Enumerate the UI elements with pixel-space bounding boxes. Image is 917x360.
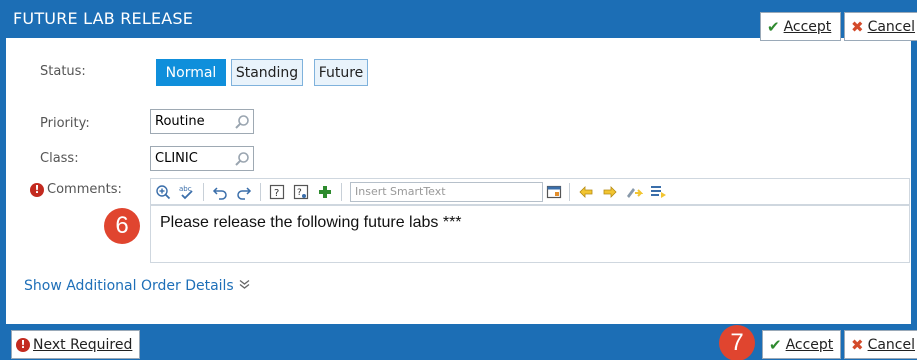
priority-value: Routine xyxy=(155,114,205,129)
status-standing-button[interactable]: Standing xyxy=(231,59,303,86)
search-icon[interactable] xyxy=(231,111,253,133)
help-icon[interactable]: ? xyxy=(265,181,289,203)
arrow-left-icon[interactable] xyxy=(574,181,598,203)
show-additional-details-label: Show Additional Order Details xyxy=(24,278,234,294)
x-icon: ✖ xyxy=(851,335,864,354)
smarttext-input[interactable]: Insert SmartText xyxy=(350,181,543,202)
search-icon[interactable] xyxy=(231,148,253,170)
status-label: Status: xyxy=(40,64,86,79)
x-icon: ✖ xyxy=(851,17,864,36)
comment-toolbar: abc ? ? Insert SmartText xyxy=(150,178,910,205)
arrow-right-icon[interactable] xyxy=(598,181,622,203)
step-badge: 7 xyxy=(719,325,755,360)
svg-text:?: ? xyxy=(274,188,279,199)
cancel-button-top[interactable]: ✖ Cancel xyxy=(844,12,917,41)
checkmark-icon: ✔ xyxy=(769,335,782,354)
cancel-label: Cancel xyxy=(867,18,916,35)
accept-button-top[interactable]: ✔ Accept xyxy=(760,12,841,41)
cancel-button-bottom[interactable]: ✖ Cancel xyxy=(844,330,917,359)
undo-icon[interactable] xyxy=(208,181,232,203)
priority-label: Priority: xyxy=(40,116,90,131)
help-field-icon[interactable]: ? xyxy=(289,181,313,203)
accept-button-bottom[interactable]: ✔ Accept xyxy=(762,330,841,359)
redo-icon[interactable] xyxy=(232,181,256,203)
cancel-label: Cancel xyxy=(867,336,916,353)
form-title: FUTURE LAB RELEASE xyxy=(13,9,194,28)
next-required-button[interactable]: ! Next Required xyxy=(11,330,140,359)
next-required-label: Next Required xyxy=(33,336,133,353)
comment-text: Please release the following future labs… xyxy=(160,214,462,231)
class-label: Class: xyxy=(40,151,79,166)
status-normal-button[interactable]: Normal xyxy=(156,59,226,86)
link-icon[interactable] xyxy=(622,181,646,203)
class-field[interactable]: CLINIC xyxy=(150,146,254,171)
toolbar-separator xyxy=(260,182,261,201)
checkmark-icon: ✔ xyxy=(767,17,780,36)
chevron-down-icon xyxy=(239,279,250,293)
toolbar-separator xyxy=(341,182,342,201)
smarttext-list-icon[interactable] xyxy=(543,181,565,203)
priority-field[interactable]: Routine xyxy=(150,109,254,134)
comments-label: Comments: xyxy=(47,182,122,197)
spell-check-icon[interactable]: abc xyxy=(175,181,199,203)
list-icon[interactable] xyxy=(646,181,670,203)
svg-text:?: ? xyxy=(297,188,302,198)
show-additional-details-link[interactable]: Show Additional Order Details xyxy=(24,278,250,294)
step-badge: 6 xyxy=(104,208,140,244)
status-future-button[interactable]: Future xyxy=(314,59,368,86)
required-icon: ! xyxy=(16,337,30,352)
svg-text:abc: abc xyxy=(179,185,192,193)
toolbar-separator xyxy=(203,182,204,201)
class-value: CLINIC xyxy=(155,151,198,166)
accept-label: Accept xyxy=(783,18,832,35)
accept-label: Accept xyxy=(785,336,834,353)
required-icon: ! xyxy=(30,182,44,197)
add-icon[interactable] xyxy=(313,181,337,203)
comments-label-group: ! Comments: xyxy=(30,182,122,197)
toolbar-separator xyxy=(569,182,570,201)
zoom-in-icon[interactable] xyxy=(151,181,175,203)
